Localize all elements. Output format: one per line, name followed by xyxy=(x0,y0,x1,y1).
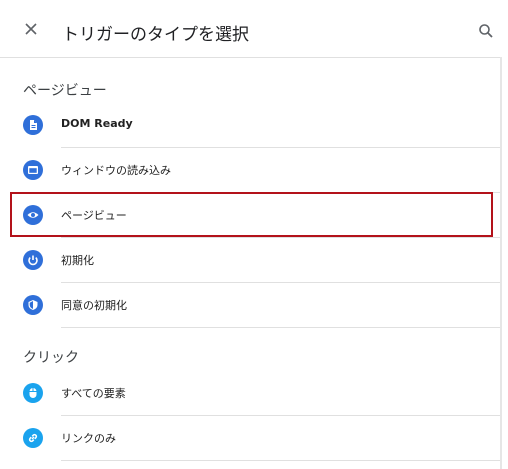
trigger-item-label: 初期化 xyxy=(61,254,94,267)
power-icon xyxy=(23,250,43,270)
divider xyxy=(61,327,500,328)
trigger-item-all-elements[interactable]: すべての要素 xyxy=(0,371,500,416)
link-icon xyxy=(23,428,43,448)
dialog-header: トリガーのタイプを選択 xyxy=(0,0,502,58)
trigger-item-label: DOM Ready xyxy=(61,117,133,130)
trigger-item-label: すべての要素 xyxy=(61,387,126,400)
shield-icon xyxy=(23,295,43,315)
search-button[interactable] xyxy=(478,23,494,39)
trigger-item-label: 同意の初期化 xyxy=(61,299,127,312)
section-title-click: クリック xyxy=(23,350,79,366)
selection-highlight xyxy=(10,192,493,237)
scrollbar[interactable] xyxy=(500,57,502,469)
document-icon xyxy=(23,115,43,135)
divider xyxy=(61,460,500,461)
close-button[interactable] xyxy=(22,20,40,38)
dialog-title: トリガーのタイプを選択 xyxy=(62,25,249,45)
close-icon[interactable] xyxy=(22,20,40,38)
window-icon xyxy=(23,160,43,180)
mouse-icon xyxy=(23,383,43,403)
trigger-item-window-loaded[interactable]: ウィンドウの読み込み xyxy=(0,148,500,193)
trigger-item-initialization[interactable]: 初期化 xyxy=(0,238,500,283)
section-title-pageview: ページビュー xyxy=(23,83,107,99)
trigger-item-label: リンクのみ xyxy=(61,432,116,445)
trigger-item-label: ウィンドウの読み込み xyxy=(61,164,171,177)
search-icon[interactable] xyxy=(478,23,494,39)
trigger-item-consent-initialization[interactable]: 同意の初期化 xyxy=(0,283,500,328)
trigger-item-links-only[interactable]: リンクのみ xyxy=(0,416,500,461)
trigger-item-dom-ready[interactable]: DOM Ready xyxy=(0,103,500,148)
